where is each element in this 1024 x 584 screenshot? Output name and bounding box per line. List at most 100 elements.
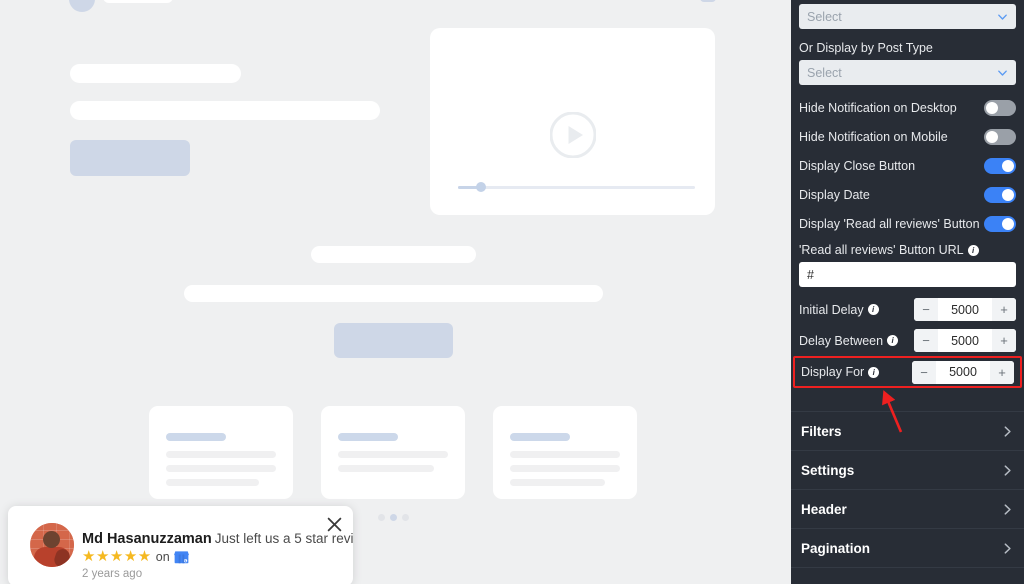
chevron-right-icon [1004,425,1011,437]
accordion-item-settings[interactable]: Settings [791,450,1024,489]
skeleton-heading-line [70,64,241,83]
review-action-text: Just left us a 5 star review [214,531,353,546]
initial-delay-value[interactable]: 5000 [938,298,992,321]
review-card-placeholder [321,406,465,499]
carousel-pagination-dots[interactable] [378,514,409,521]
hide-notification-desktop-toggle[interactable] [984,99,1016,116]
skeleton-text-line [70,101,380,120]
initial-delay-row: Initial Delay i − 5000 + [799,294,1016,325]
chevron-down-icon [998,13,1007,20]
on-label: on [155,549,170,564]
info-icon[interactable]: i [868,366,880,378]
post-type-label: Or Display by Post Type [799,41,933,55]
toggle-label: Display Close Button [799,158,916,173]
display-date-toggle[interactable] [984,186,1016,203]
info-icon[interactable]: i [887,335,899,346]
reviewer-avatar [30,523,74,567]
toggle-row-display-date: Display Date [799,180,1016,209]
field-label-text: Display For [801,365,865,379]
delay-between-stepper[interactable]: − 5000 + [914,329,1016,352]
pagination-dot[interactable] [378,514,385,521]
card-text-line [338,465,434,472]
chevron-down-icon [998,69,1007,76]
video-progress-knob[interactable] [476,182,486,192]
video-progress-track [458,186,695,189]
star-rating: ★★★★★ [82,548,152,565]
review-rating-row: ★★★★★ on [82,549,189,564]
accordion-label: Filters [801,423,842,439]
reviewer-name: Md Hasanuzzaman [82,531,212,547]
accordion-label: Pagination [801,540,871,556]
field-label-text: Delay Between [799,333,884,348]
close-icon[interactable] [327,517,342,532]
display-for-row-highlighted: Display For i − 5000 + [793,356,1022,388]
notification-preview-area [0,0,791,584]
card-text-line [510,451,620,458]
video-progress-slider[interactable] [458,182,695,192]
card-title-placeholder [338,433,398,441]
skeleton-button-left [70,140,190,176]
accordion-item-pagination[interactable]: Pagination [791,528,1024,567]
pagination-dot-active[interactable] [390,514,397,521]
increment-button[interactable]: + [992,298,1016,321]
display-for-label: Display For i [801,365,880,379]
toggle-label: Hide Notification on Desktop [799,100,957,115]
card-text-line [338,451,448,458]
display-by-select[interactable]: Select [799,4,1016,29]
increment-button[interactable]: + [992,329,1016,352]
display-by-select-placeholder: Select [807,9,842,24]
hide-notification-mobile-toggle[interactable] [984,128,1016,145]
delay-between-row: Delay Between i − 5000 + [799,325,1016,356]
display-for-value[interactable]: 5000 [936,360,990,384]
toggle-row-close-button: Display Close Button [799,151,1016,180]
display-for-stepper[interactable]: − 5000 + [912,360,1014,384]
display-read-all-reviews-toggle[interactable] [984,215,1016,232]
field-label-text: Initial Delay [799,302,864,317]
chevron-right-icon [1004,464,1011,476]
skeleton-center-line-2 [184,285,603,302]
review-timestamp: 2 years ago [82,568,143,580]
play-icon[interactable] [549,112,596,158]
field-label-text: 'Read all reviews' Button URL [799,243,964,257]
review-card-placeholder [149,406,293,499]
screenshot-root: Md Hasanuzzaman Just left us a 5 star rev… [0,0,1024,584]
post-type-select[interactable]: Select [799,60,1016,85]
post-type-select-placeholder: Select [807,65,842,80]
card-title-placeholder [166,433,226,441]
toggle-label: Display 'Read all reviews' Button [799,216,980,231]
skeleton-bar-top [103,0,173,3]
skeleton-center-line-1 [311,246,476,263]
decrement-button[interactable]: − [914,329,938,352]
review-card-placeholder [493,406,637,499]
toggle-row-read-all-reviews: Display 'Read all reviews' Button [799,209,1016,238]
accordion-item-filters[interactable]: Filters [791,411,1024,450]
initial-delay-stepper[interactable]: − 5000 + [914,298,1016,321]
read-all-reviews-url-input[interactable]: # [799,262,1016,287]
increment-button[interactable]: + [990,360,1014,384]
display-close-button-toggle[interactable] [984,157,1016,174]
info-icon[interactable]: i [967,244,979,256]
decrement-button[interactable]: − [914,298,938,321]
read-all-reviews-url-label: 'Read all reviews' Button URL i [799,243,1016,257]
video-preview-card[interactable] [430,28,715,215]
settings-accordion: Filters Settings Header Pagination [791,411,1024,568]
skeleton-chip-top-right [700,0,716,2]
info-icon[interactable]: i [867,304,879,315]
accordion-item-header[interactable]: Header [791,489,1024,528]
card-text-line [166,465,276,472]
url-input-value: # [807,267,814,282]
toggle-row-hide-desktop: Hide Notification on Desktop [799,93,1016,122]
delay-between-value[interactable]: 5000 [938,329,992,352]
card-text-line [510,465,620,472]
accordion-label: Settings [801,462,855,478]
decrement-button[interactable]: − [912,360,936,384]
review-headline: Md Hasanuzzaman Just left us a 5 star rev… [82,530,353,548]
chevron-right-icon [1004,542,1011,554]
skeleton-button-center [334,323,453,358]
toggle-label: Display Date [799,187,870,202]
toggle-label: Hide Notification on Mobile [799,129,948,144]
pagination-dot[interactable] [402,514,409,521]
initial-delay-label: Initial Delay i [799,303,879,317]
review-notification-popup[interactable]: Md Hasanuzzaman Just left us a 5 star rev… [8,506,353,584]
card-text-line [166,479,259,486]
